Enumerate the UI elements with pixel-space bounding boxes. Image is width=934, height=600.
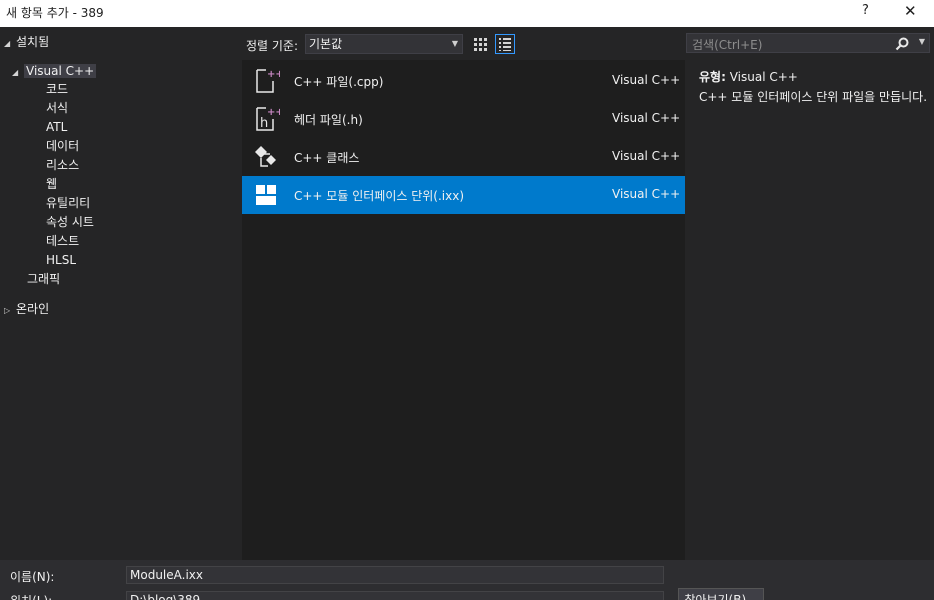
item-type: Visual C++ xyxy=(612,149,681,163)
search-box[interactable]: 검색(Ctrl+E) ▼ xyxy=(686,33,930,53)
svg-text:h: h xyxy=(260,116,268,131)
title-bar: 새 항목 추가 - 389 ? ✕ xyxy=(0,0,934,27)
name-label: 이름(N): xyxy=(10,570,55,584)
tree-item-property-sheet[interactable]: 속성 시트 xyxy=(46,213,94,232)
list-item-cpp-file[interactable]: ++ C++ 파일(.cpp) Visual C++ xyxy=(242,62,685,100)
expanded-arrow-icon[interactable]: ◢ xyxy=(4,34,16,53)
list-item-module-interface[interactable]: C++ 모듈 인터페이스 단위(.ixx) Visual C++ xyxy=(242,176,685,214)
item-name: 헤더 파일(.h) xyxy=(294,113,363,127)
grid-view-icon xyxy=(474,38,487,51)
tree-item-graphics[interactable]: 그래픽 xyxy=(27,270,60,289)
item-type: Visual C++ xyxy=(612,73,681,87)
item-name: C++ 모듈 인터페이스 단위(.ixx) xyxy=(294,189,465,203)
item-name: C++ 클래스 xyxy=(294,151,360,165)
collapsed-arrow-icon[interactable]: ▷ xyxy=(4,301,16,320)
type-label: 유형: xyxy=(699,70,726,84)
svg-text:++: ++ xyxy=(267,107,280,118)
cpp-file-icon: ++ xyxy=(256,69,280,93)
name-input[interactable]: ModuleA.ixx xyxy=(126,566,664,584)
search-icon[interactable] xyxy=(895,37,909,51)
tree-item-installed[interactable]: ◢ 설치됨 xyxy=(4,33,49,52)
bottom-form: 이름(N): ModuleA.ixx 위치(L): D:\blog\389 찾아… xyxy=(0,560,934,600)
sort-value: 기본값 xyxy=(309,37,343,51)
tree-item-visual-cpp[interactable]: ◢ Visual C++ xyxy=(12,62,97,82)
item-type: Visual C++ xyxy=(612,111,681,125)
expanded-arrow-icon[interactable]: ◢ xyxy=(12,63,24,82)
tree-item-format[interactable]: 서식 xyxy=(46,99,68,118)
window-title: 새 항목 추가 - 389 xyxy=(6,6,104,20)
list-view-icon xyxy=(499,38,511,51)
tree-item-atl[interactable]: ATL xyxy=(46,118,67,137)
location-label: 위치(L): xyxy=(10,592,52,600)
description: C++ 모듈 인터페이스 단위 파일을 만듭니다. xyxy=(699,90,928,104)
type-value: Visual C++ xyxy=(729,70,798,84)
list-item-cpp-class[interactable]: C++ 클래스 Visual C++ xyxy=(242,138,685,176)
header-file-icon: h ++ xyxy=(256,107,280,131)
location-input[interactable]: D:\blog\389 xyxy=(126,591,664,600)
close-button[interactable]: ✕ xyxy=(904,2,917,20)
tree-item-data[interactable]: 데이터 xyxy=(46,137,79,156)
tree-item-utility[interactable]: 유틸리티 xyxy=(46,194,90,213)
list-view-button[interactable] xyxy=(495,34,515,54)
sort-dropdown[interactable]: 기본값 ▼ xyxy=(305,34,463,54)
list-item-header-file[interactable]: h ++ 헤더 파일(.h) Visual C++ xyxy=(242,100,685,138)
help-button[interactable]: ? xyxy=(862,3,869,18)
template-tree: ◢ 설치됨 ◢ Visual C++ 코드 서식 ATL 데이터 리소스 웹 유틸리… xyxy=(0,27,242,560)
item-type: Visual C++ xyxy=(612,187,681,201)
svg-text:++: ++ xyxy=(267,69,280,80)
tree-item-web[interactable]: 웹 xyxy=(46,175,57,194)
dropdown-arrow-icon: ▼ xyxy=(451,39,458,48)
module-interface-icon xyxy=(256,185,276,205)
tree-item-resource[interactable]: 리소스 xyxy=(46,156,79,175)
search-placeholder: 검색(Ctrl+E) xyxy=(692,38,763,52)
tree-item-test[interactable]: 테스트 xyxy=(46,232,79,251)
grid-view-button[interactable] xyxy=(470,34,490,54)
sort-bar: 정렬 기준: 기본값 ▼ xyxy=(242,27,685,60)
template-list: ++ C++ 파일(.cpp) Visual C++ h ++ 헤더 파일(.h… xyxy=(242,60,685,560)
search-options-arrow-icon[interactable]: ▼ xyxy=(919,37,925,46)
class-icon xyxy=(255,146,276,167)
tree-item-hlsl[interactable]: HLSL xyxy=(46,251,76,270)
tree-item-code[interactable]: 코드 xyxy=(46,80,68,99)
item-name: C++ 파일(.cpp) xyxy=(294,75,384,89)
tree-item-online[interactable]: ▷ 온라인 xyxy=(4,300,49,319)
sort-label: 정렬 기준: xyxy=(246,39,299,53)
details-panel: 유형: Visual C++ C++ 모듈 인터페이스 단위 파일을 만듭니다. xyxy=(699,68,929,105)
browse-button[interactable]: 찾아보기(B)... xyxy=(678,588,764,600)
